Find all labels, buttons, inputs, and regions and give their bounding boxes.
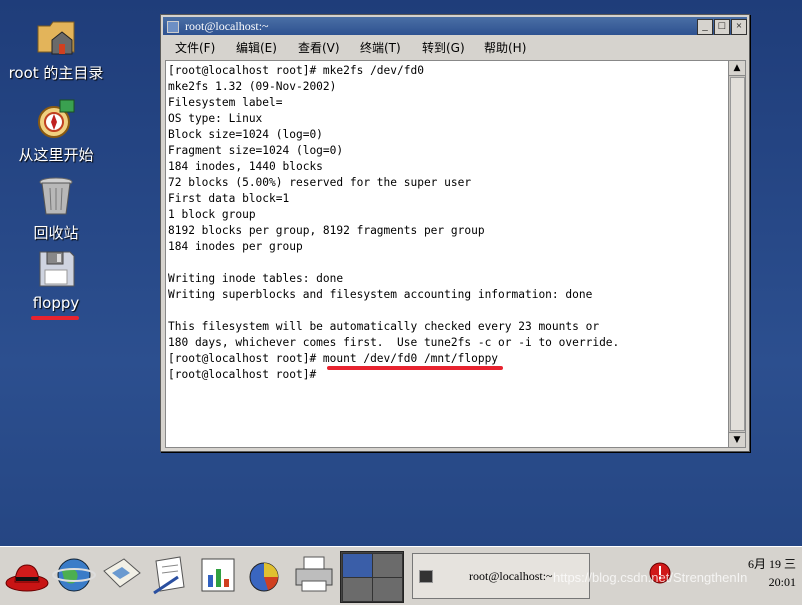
terminal-line: [root@localhost root]# mount /dev/fd0 /m… bbox=[168, 352, 499, 365]
presentation-icon[interactable] bbox=[196, 553, 240, 597]
menu-terminal[interactable]: 终端(T) bbox=[360, 37, 401, 59]
terminal-line: Fragment size=1024 (log=0) bbox=[168, 144, 344, 157]
scroll-up-icon[interactable]: ▲ bbox=[729, 61, 745, 76]
terminal-line: This filesystem will be automatically ch… bbox=[168, 320, 600, 333]
redhat-menu-icon[interactable] bbox=[4, 553, 49, 597]
menu-help[interactable]: 帮助(H) bbox=[484, 37, 526, 59]
menu-go[interactable]: 转到(G) bbox=[422, 37, 465, 59]
annotation-underline-mount bbox=[327, 366, 503, 370]
terminal-line: 8192 blocks per group, 8192 fragments pe… bbox=[168, 224, 485, 237]
web-browser-icon[interactable] bbox=[52, 553, 96, 597]
scroll-thumb[interactable] bbox=[730, 77, 745, 431]
terminal-line: Writing superblocks and filesystem accou… bbox=[168, 288, 593, 301]
terminal-output[interactable]: [root@localhost root]# mke2fs /dev/fd0 m… bbox=[165, 60, 729, 448]
desktop-icon-trash[interactable]: 回收站 bbox=[1, 174, 111, 243]
window-titlebar[interactable]: root@localhost:~ _ □ × bbox=[163, 17, 747, 35]
desktop-icon-label: 回收站 bbox=[33, 224, 79, 242]
writer-icon[interactable] bbox=[148, 553, 192, 597]
terminal-icon bbox=[167, 21, 179, 33]
terminal-window[interactable]: root@localhost:~ _ □ × 文件(F) 编辑(E) 查看(V)… bbox=[160, 14, 750, 452]
desktop-icon-home[interactable]: root 的主目录 bbox=[1, 14, 111, 83]
close-button[interactable]: × bbox=[731, 19, 747, 35]
terminal-line: 184 inodes per group bbox=[168, 240, 303, 253]
terminal-line: OS type: Linux bbox=[168, 112, 263, 125]
trash-icon bbox=[34, 174, 78, 218]
terminal-line: [root@localhost root]# mke2fs /dev/fd0 bbox=[168, 64, 424, 77]
terminal-line: Filesystem label= bbox=[168, 96, 283, 109]
terminal-line: 1 block group bbox=[168, 208, 256, 221]
workspace-1[interactable] bbox=[342, 553, 373, 578]
menu-bar: 文件(F) 编辑(E) 查看(V) 终端(T) 转到(G) 帮助(H) bbox=[163, 37, 747, 59]
minimize-button[interactable]: _ bbox=[697, 19, 713, 35]
terminal-line: 72 blocks (5.00%) reserved for the super… bbox=[168, 176, 472, 189]
terminal-line: [root@localhost root]# bbox=[168, 368, 323, 381]
menu-edit[interactable]: 编辑(E) bbox=[236, 37, 277, 59]
menu-view[interactable]: 查看(V) bbox=[298, 37, 340, 59]
terminal-text: [root@localhost root]# mke2fs /dev/fd0 m… bbox=[166, 61, 728, 383]
floppy-icon bbox=[34, 246, 78, 290]
printer-icon[interactable] bbox=[292, 553, 336, 597]
workspace-2[interactable] bbox=[372, 553, 403, 578]
desktop-icon-label: root 的主目录 bbox=[8, 64, 104, 82]
desktop-icon-floppy[interactable]: floppy bbox=[1, 246, 111, 312]
vertical-scrollbar[interactable]: ▲ ▼ bbox=[728, 60, 746, 448]
workspace-4[interactable] bbox=[372, 577, 403, 602]
desktop-icon-start-here[interactable]: 从这里开始 bbox=[1, 96, 111, 165]
task-title: root@localhost:~ bbox=[469, 569, 553, 583]
email-icon[interactable] bbox=[100, 553, 144, 597]
terminal-icon bbox=[419, 570, 433, 583]
home-folder-icon bbox=[34, 14, 78, 58]
watermark: https://blog.csdn.net/StrengthenIn bbox=[553, 570, 748, 585]
spreadsheet-icon[interactable] bbox=[244, 553, 288, 597]
desktop-icon-label: 从这里开始 bbox=[18, 146, 94, 164]
scroll-down-icon[interactable]: ▼ bbox=[729, 432, 745, 447]
annotation-underline-floppy bbox=[31, 316, 79, 320]
terminal-line: mke2fs 1.32 (09-Nov-2002) bbox=[168, 80, 337, 93]
workspace-3[interactable] bbox=[342, 577, 373, 602]
workspace-pager[interactable] bbox=[340, 551, 404, 603]
maximize-button[interactable]: □ bbox=[714, 19, 730, 35]
terminal-line: 184 inodes, 1440 blocks bbox=[168, 160, 323, 173]
terminal-line: Writing inode tables: done bbox=[168, 272, 344, 285]
terminal-line: Block size=1024 (log=0) bbox=[168, 128, 323, 141]
terminal-line: First data block=1 bbox=[168, 192, 290, 205]
menu-file[interactable]: 文件(F) bbox=[175, 37, 215, 59]
start-here-icon bbox=[34, 96, 78, 140]
window-title: root@localhost:~ bbox=[185, 19, 269, 33]
terminal-line: 180 days, whichever comes first. Use tun… bbox=[168, 336, 620, 349]
desktop-icon-label: floppy bbox=[32, 294, 80, 312]
